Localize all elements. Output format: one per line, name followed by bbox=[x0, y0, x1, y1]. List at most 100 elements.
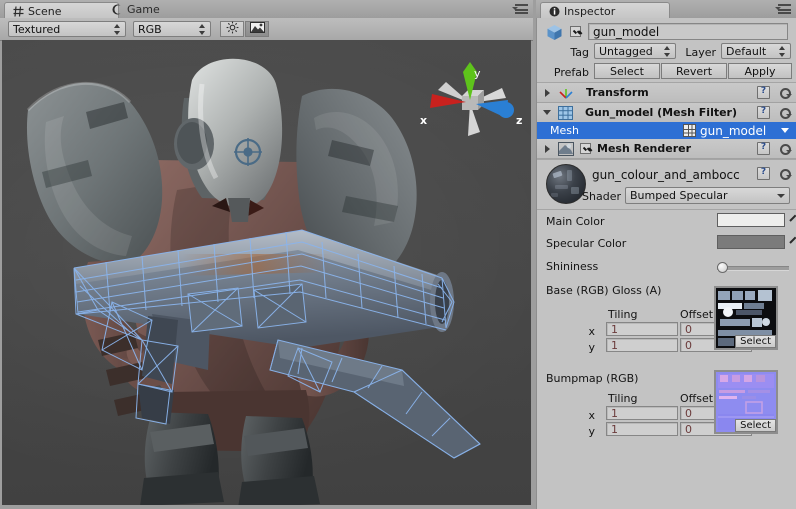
help-icon[interactable] bbox=[757, 142, 770, 155]
light-toggle-button[interactable] bbox=[220, 21, 244, 37]
bump-offset-label: Offset bbox=[680, 392, 714, 405]
inspector-panel-menu-icon[interactable] bbox=[775, 4, 791, 15]
prefab-revert-label: Revert bbox=[675, 64, 713, 78]
transform-icon bbox=[558, 86, 574, 100]
bump-tiling-x-value: 1 bbox=[611, 406, 618, 420]
normalmap-texture-preview[interactable]: Select bbox=[714, 370, 778, 434]
bump-tiling-label: Tiling bbox=[608, 392, 638, 405]
tab-scene[interactable]: Scene bbox=[4, 2, 119, 19]
prefab-select-label: Select bbox=[610, 64, 644, 78]
bumpmap-texture-select-button[interactable]: Select bbox=[735, 419, 776, 432]
help-icon[interactable] bbox=[757, 167, 770, 180]
layer-value: Default bbox=[726, 44, 767, 58]
base-texture-select-label: Select bbox=[740, 336, 771, 347]
bump-tiling-x-field[interactable]: 1 bbox=[606, 406, 678, 420]
prefab-apply-button[interactable]: Apply bbox=[728, 63, 792, 79]
gamepad-icon bbox=[112, 4, 123, 15]
mesh-field-label: Mesh bbox=[550, 124, 579, 137]
shader-dropdown[interactable]: Bumped Specular bbox=[625, 187, 790, 204]
render-mode-value: RGB bbox=[138, 22, 162, 36]
eyedropper-icon[interactable] bbox=[789, 211, 796, 227]
meshrenderer-foldout-icon[interactable] bbox=[542, 143, 553, 154]
tab-scene-label: Scene bbox=[28, 4, 62, 18]
chevron-updown-icon bbox=[779, 45, 786, 57]
scene-view-viewport[interactable]: y x z bbox=[2, 40, 531, 505]
bump-offset-x-value: 0 bbox=[685, 406, 692, 420]
scene-tabstrip: Scene Game bbox=[0, 0, 533, 19]
base-tiling-y-field[interactable]: 1 bbox=[606, 338, 678, 352]
main-color-swatch[interactable] bbox=[717, 213, 785, 227]
scene-axis-gizmo[interactable]: y x z bbox=[410, 58, 530, 148]
inspector-panel: Inspector gun_model Tag Untagged Layer D… bbox=[536, 0, 796, 509]
meshrenderer-enabled-checkbox[interactable] bbox=[580, 143, 591, 154]
grid-icon bbox=[13, 5, 24, 17]
inspector-empty-area bbox=[537, 446, 796, 509]
chevron-updown-icon bbox=[664, 45, 671, 57]
inspector-body: gun_model Tag Untagged Layer Default Pre… bbox=[536, 18, 796, 509]
component-mesh-renderer[interactable]: Mesh Renderer bbox=[537, 139, 796, 159]
tab-game-label: Game bbox=[127, 3, 160, 16]
bump-y-label: y bbox=[588, 425, 595, 438]
base-tiling-x-field[interactable]: 1 bbox=[606, 322, 678, 336]
transform-foldout-icon[interactable] bbox=[542, 87, 553, 98]
mesh-icon bbox=[683, 124, 696, 137]
specular-color-label: Specular Color bbox=[546, 237, 627, 250]
audio-toggle-button[interactable] bbox=[245, 21, 269, 37]
unity-editor-window: Scene Game Textured RGB y x z Inspector … bbox=[0, 0, 796, 509]
bumpmap-label: Bumpmap (RGB) bbox=[546, 372, 639, 385]
mesh-renderer-icon bbox=[558, 141, 574, 156]
gizmo-z-label: z bbox=[516, 114, 522, 127]
help-icon[interactable] bbox=[757, 106, 770, 119]
gear-icon[interactable] bbox=[777, 106, 792, 119]
gear-icon[interactable] bbox=[777, 142, 792, 155]
tab-game[interactable]: Game bbox=[104, 1, 194, 18]
base-texture-preview[interactable]: Select bbox=[714, 286, 778, 350]
base-offset-y-value: 0 bbox=[685, 338, 692, 352]
component-mesh-filter[interactable]: Gun_model (Mesh Filter) bbox=[537, 103, 796, 123]
base-x-label: x bbox=[588, 325, 595, 338]
specular-color-swatch[interactable] bbox=[717, 235, 785, 249]
image-icon bbox=[249, 22, 265, 36]
layer-dropdown[interactable]: Default bbox=[721, 43, 791, 59]
scene-panel: Scene Game Textured RGB y x z bbox=[0, 0, 533, 509]
tag-dropdown[interactable]: Untagged bbox=[594, 43, 676, 59]
tag-label: Tag bbox=[570, 46, 589, 59]
component-transform[interactable]: Transform bbox=[537, 83, 796, 103]
bump-x-label: x bbox=[588, 409, 595, 422]
base-texture-select-button[interactable]: Select bbox=[735, 335, 776, 348]
mesh-field-value: gun_model bbox=[700, 123, 767, 138]
cube-icon bbox=[546, 24, 563, 44]
scene-panel-menu-icon[interactable] bbox=[512, 4, 528, 15]
help-icon[interactable] bbox=[757, 86, 770, 99]
inspector-tabstrip: Inspector bbox=[536, 0, 796, 19]
eyedropper-icon[interactable] bbox=[789, 233, 796, 249]
base-offset-label: Offset bbox=[680, 308, 714, 321]
bump-tiling-y-field[interactable]: 1 bbox=[606, 422, 678, 436]
gear-icon[interactable] bbox=[777, 86, 792, 99]
render-mode-dropdown[interactable]: RGB bbox=[133, 21, 211, 37]
main-color-label: Main Color bbox=[546, 215, 605, 228]
object-name-field[interactable]: gun_model bbox=[588, 23, 788, 40]
base-y-label: y bbox=[588, 341, 595, 354]
material-name: gun_colour_and_ambocc bbox=[592, 168, 740, 182]
prefab-label: Prefab bbox=[553, 66, 589, 79]
gear-icon[interactable] bbox=[777, 167, 792, 180]
shininess-slider-knob[interactable] bbox=[717, 262, 728, 273]
prefab-apply-label: Apply bbox=[744, 64, 776, 78]
base-offset-x-value: 0 bbox=[685, 322, 692, 336]
mesh-field-row[interactable]: Mesh gun_model bbox=[537, 122, 796, 139]
bump-tiling-y-value: 1 bbox=[611, 422, 618, 436]
prefab-revert-button[interactable]: Revert bbox=[661, 63, 727, 79]
chevron-updown-icon bbox=[199, 23, 206, 35]
prefab-select-button[interactable]: Select bbox=[594, 63, 660, 79]
draw-mode-value: Textured bbox=[13, 22, 61, 36]
meshfilter-title: Gun_model (Mesh Filter) bbox=[585, 106, 738, 119]
meshfilter-foldout-icon[interactable] bbox=[542, 107, 553, 118]
tab-inspector[interactable]: Inspector bbox=[540, 2, 670, 19]
shininess-label: Shininess bbox=[546, 260, 599, 273]
draw-mode-dropdown[interactable]: Textured bbox=[8, 21, 126, 37]
object-enabled-checkbox[interactable] bbox=[570, 26, 581, 37]
chevron-down-icon[interactable] bbox=[781, 128, 789, 133]
info-icon bbox=[549, 6, 560, 17]
meshrenderer-title: Mesh Renderer bbox=[597, 142, 692, 155]
